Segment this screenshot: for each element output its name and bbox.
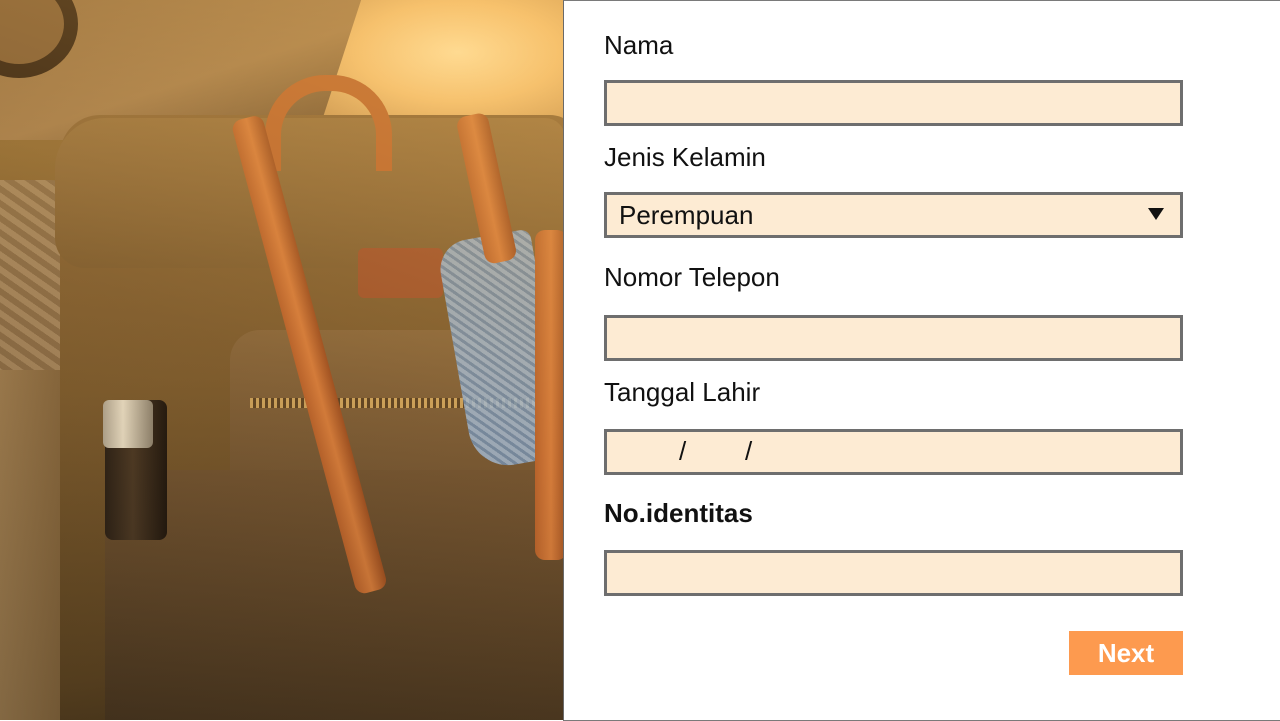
birthdate-separator-1: /	[679, 436, 687, 466]
name-input[interactable]	[607, 83, 1180, 123]
phone-field-wrapper	[604, 315, 1183, 361]
gender-label: Jenis Kelamin	[604, 142, 766, 172]
name-label: Nama	[604, 30, 674, 60]
phone-input[interactable]	[607, 318, 1180, 358]
id-number-input[interactable]	[607, 553, 1180, 593]
birthdate-separator-2: /	[745, 436, 753, 466]
triangle-down-icon	[1148, 208, 1164, 220]
hero-photo-backpack	[0, 0, 563, 720]
name-field-wrapper	[604, 80, 1183, 126]
gender-select[interactable]: Perempuan	[604, 192, 1183, 238]
birthdate-label: Tanggal Lahir	[604, 377, 761, 407]
birthdate-field[interactable]: / /	[604, 429, 1183, 475]
gender-selected-value: Perempuan	[619, 200, 754, 230]
photo-sunlight-overlay	[0, 0, 563, 720]
next-button[interactable]: Next	[1069, 631, 1183, 675]
phone-label: Nomor Telepon	[604, 262, 780, 292]
id-number-field-wrapper	[604, 550, 1183, 596]
id-number-label: No.identitas	[604, 498, 753, 528]
